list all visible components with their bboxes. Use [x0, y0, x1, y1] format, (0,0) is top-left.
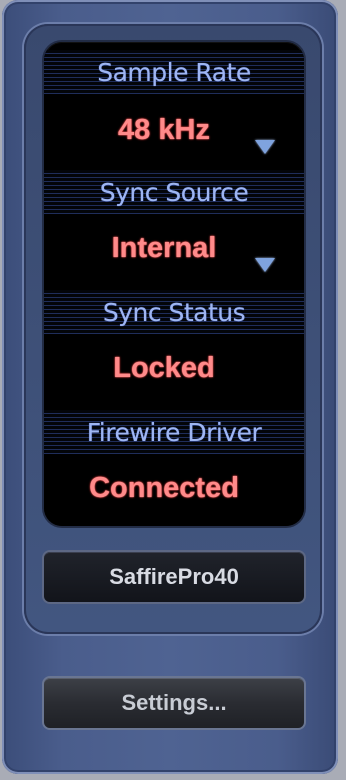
settings-button[interactable]: Settings...	[44, 678, 304, 728]
sync-source-header: Sync Source	[44, 170, 304, 214]
chevron-down-icon[interactable]	[255, 140, 275, 154]
firewire-driver-area: Connected	[44, 454, 304, 526]
chevron-down-icon[interactable]	[255, 258, 275, 272]
sync-status-value: Locked	[113, 352, 215, 384]
sync-status-label: Sync Status	[102, 297, 246, 327]
sample-rate-header: Sample Rate	[44, 50, 304, 94]
device-name-display: SaffirePro40	[44, 552, 304, 602]
sample-rate-value[interactable]: 48 kHz	[44, 114, 284, 147]
firewire-driver-value: Connected	[89, 472, 239, 504]
device-name: SaffirePro40	[109, 564, 239, 589]
settings-button-label: Settings...	[121, 690, 227, 715]
status-display: Sample Rate 48 kHz Sync Source Internal …	[44, 42, 304, 526]
sync-source-value[interactable]: Internal	[44, 232, 284, 265]
firewire-driver-header: Firewire Driver	[44, 410, 304, 454]
sample-rate-selector[interactable]: 48 kHz	[44, 94, 304, 170]
sync-status-header: Sync Status	[44, 290, 304, 334]
sample-rate-label: Sample Rate	[97, 57, 251, 87]
sync-status-area: Locked	[44, 334, 304, 410]
firewire-driver-label: Firewire Driver	[86, 417, 262, 447]
sync-source-selector[interactable]: Internal	[44, 214, 304, 290]
sync-source-label: Sync Source	[99, 177, 249, 207]
